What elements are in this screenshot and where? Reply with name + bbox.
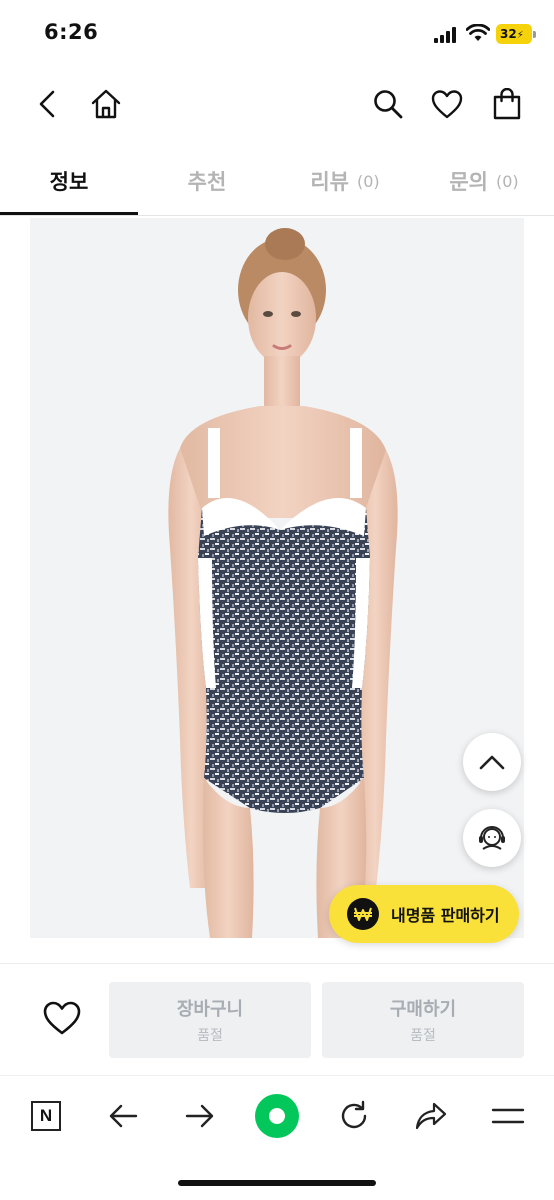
tab-reviews-count: (0) (356, 171, 380, 191)
tab-info-label: 정보 (49, 170, 89, 194)
refresh-button[interactable] (332, 1094, 376, 1138)
buy-now-status: 품절 (410, 1028, 436, 1044)
tab-reviews[interactable]: 리뷰 (0) (276, 146, 414, 216)
swimsuit-model-illustration (168, 228, 398, 938)
share-icon (415, 1102, 447, 1130)
browser-forward-button[interactable] (178, 1094, 222, 1138)
customer-support-button[interactable] (463, 809, 521, 867)
back-button[interactable] (28, 84, 68, 124)
add-to-cart-status: 품절 (197, 1028, 223, 1044)
wishlist-button[interactable] (427, 84, 467, 124)
menu-icon (491, 1108, 525, 1124)
naver-home-button[interactable]: N (24, 1094, 68, 1138)
add-to-cart-label: 장바구니 (176, 999, 244, 1020)
wifi-icon (466, 24, 490, 41)
browser-back-button[interactable] (101, 1094, 145, 1138)
wishlist-toggle-button[interactable] (38, 994, 86, 1042)
heart-icon (431, 90, 463, 119)
product-tabs: 정보 추천 리뷰 (0) 문의 (0) (0, 146, 554, 216)
scroll-top-button[interactable] (463, 733, 521, 791)
sell-luxury-label: 내명품 판매하기 (391, 906, 500, 925)
tab-recommend-label: 추천 (187, 170, 227, 194)
tab-inquiry[interactable]: 문의 (0) (414, 146, 554, 216)
headset-support-icon (479, 826, 505, 850)
green-circle-icon (255, 1094, 299, 1138)
won-icon (347, 898, 379, 930)
heart-icon (43, 1001, 81, 1035)
forward-arrow-icon (185, 1104, 214, 1128)
search-button[interactable] (368, 84, 408, 124)
home-indicator (178, 1180, 376, 1186)
sell-luxury-button[interactable]: 내명품 판매하기 (329, 885, 519, 943)
home-button[interactable] (86, 84, 126, 124)
add-to-cart-button[interactable]: 장바구니 품절 (109, 982, 311, 1058)
tab-recommend[interactable]: 추천 (138, 146, 276, 216)
status-bar: 6:26 32⚡ (0, 0, 554, 66)
share-button[interactable] (409, 1094, 453, 1138)
battery-cap (533, 31, 536, 38)
active-tab-indicator (0, 212, 138, 215)
back-arrow-icon (109, 1104, 138, 1128)
shopping-bag-icon (493, 88, 521, 120)
product-image[interactable] (30, 218, 524, 938)
tab-info[interactable]: 정보 (0, 146, 138, 216)
menu-button[interactable] (486, 1094, 530, 1138)
battery-level: 32 (500, 27, 517, 41)
purchase-bar: 장바구니 품절 구매하기 품절 (0, 963, 554, 1075)
cart-button[interactable] (487, 84, 527, 124)
chevron-up-icon (479, 755, 505, 770)
cellular-signal-icon (434, 27, 456, 43)
naver-green-button[interactable] (255, 1094, 299, 1138)
naver-n-letter: N (39, 1106, 53, 1125)
search-icon (374, 90, 403, 119)
refresh-icon (341, 1100, 367, 1129)
naver-n-icon: N (31, 1101, 61, 1131)
buy-now-label: 구매하기 (389, 999, 457, 1020)
status-time: 6:26 (44, 20, 99, 44)
back-icon (39, 90, 55, 118)
home-icon (91, 89, 121, 119)
battery-icon: 32⚡ (496, 24, 532, 44)
tab-inquiry-count: (0) (495, 171, 519, 191)
header-nav (0, 66, 554, 146)
buy-now-button[interactable]: 구매하기 품절 (322, 982, 524, 1058)
tab-inquiry-label: 문의 (449, 170, 488, 194)
tab-reviews-label: 리뷰 (310, 170, 349, 194)
